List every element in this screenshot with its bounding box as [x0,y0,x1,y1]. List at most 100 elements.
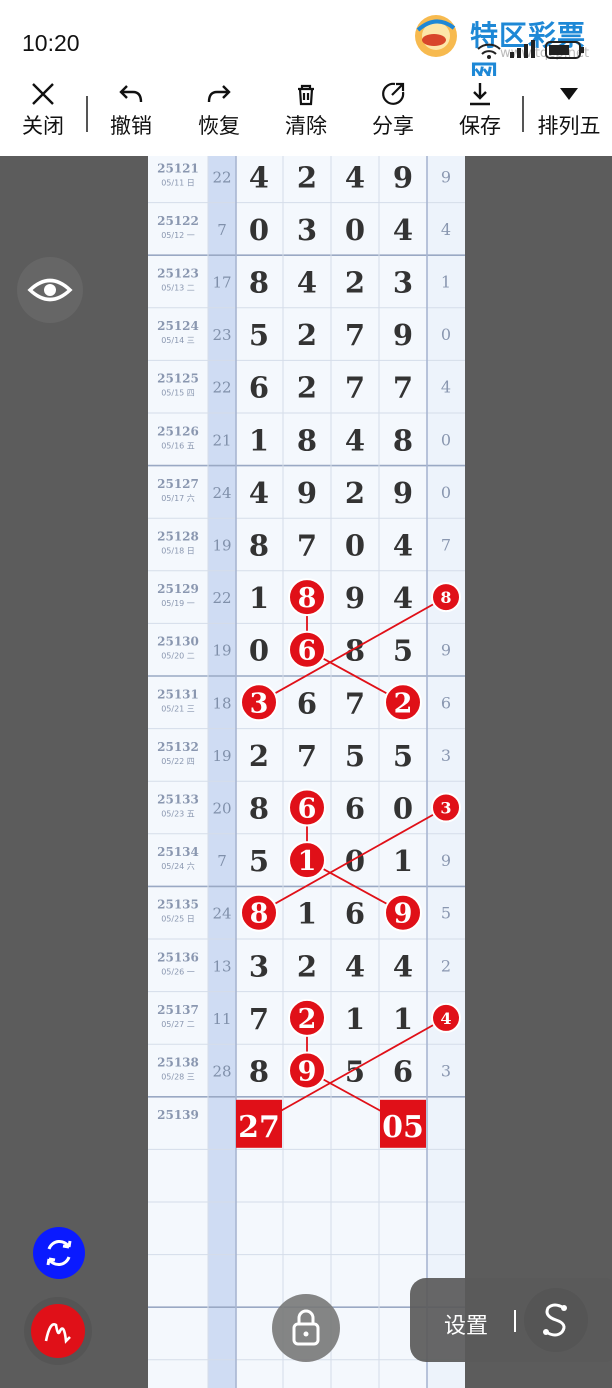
row-date: 05/17 六 [161,493,195,503]
row-digit: 2 [297,318,317,352]
partial-sum: 22 [212,168,231,186]
row-period: 25125 [157,372,199,386]
partial-digit: 4 [249,160,269,194]
download-icon [470,83,490,106]
row-last-digit: 3 [441,746,451,765]
row-digit: 1 [249,581,269,615]
row-digit: 0 [249,634,269,668]
row-date: 05/23 五 [161,810,195,819]
row-period: 25133 [157,793,199,807]
row-digit: 9 [393,476,413,510]
row-sum: 19 [212,747,231,765]
row-digit: 8 [249,266,269,300]
row-sum: 28 [212,1063,231,1081]
partial-digit: 9 [393,160,413,194]
row-last-digit: 5 [441,904,451,923]
row-period: 25138 [157,1056,199,1070]
row-digit: 4 [393,529,413,563]
save-button[interactable]: 保存 [451,80,509,152]
highlight-digit: 2 [298,1004,317,1035]
drawing-toolbar: 关闭 撤销 恢复 清除 分享 保存 排列五 [0,76,612,156]
prediction-right: 05 [382,1110,424,1145]
row-period: 25136 [157,950,199,964]
row-digit: 4 [393,581,413,615]
row-last-digit: 1 [441,273,451,292]
row-digit: 8 [249,792,269,826]
settings-button[interactable]: 设置 [444,1308,488,1340]
row-last-digit: 0 [441,325,451,344]
row-period: 25124 [157,319,199,333]
redo-label: 恢复 [198,114,240,138]
undo-label: 撤销 [110,114,152,138]
row-date: 05/19 一 [161,599,195,608]
row-digit: 1 [249,423,269,457]
row-date: 05/25 日 [161,915,195,924]
row-digit: 6 [393,1055,413,1089]
highlight-digit: 3 [440,799,451,818]
lottery-select-label: 排列五 [537,114,601,138]
row-digit: 4 [249,476,269,510]
clear-button[interactable]: 清除 [277,80,335,152]
close-button[interactable]: 关闭 [14,80,72,152]
row-date: 05/21 三 [161,704,195,713]
row-digit: 5 [345,739,365,773]
row-sum: 22 [212,589,231,607]
row-digit: 6 [345,897,365,931]
pen-icon [31,1304,85,1358]
lock-button[interactable] [272,1294,340,1362]
lottery-select-button[interactable]: 排列五 [532,80,606,152]
pen-tool-button[interactable] [24,1297,92,1365]
row-digit: 1 [393,1002,413,1036]
row-digit: 0 [249,213,269,247]
row-period: 25131 [157,687,199,701]
trash-icon [298,84,314,106]
row-sum: 18 [212,694,231,712]
row-digit: 4 [345,423,365,457]
undo-button[interactable]: 撤销 [102,80,160,152]
row-digit: 1 [297,897,317,931]
row-last-digit: 0 [441,430,451,449]
row-sum: 7 [217,221,227,239]
highlight-digit: 8 [440,588,451,607]
trend-chart-sheet[interactable]: 25121 05/11 日 22 4 2 4 9 9 25122 05/12 一 7 0 3 0 4 4 251… [148,156,465,1388]
row-period: 25126 [157,424,199,438]
refresh-icon [46,1240,72,1266]
row-digit: 7 [297,739,317,773]
row-digit: 5 [249,844,269,878]
row-digit: 2 [297,949,317,983]
row-digit: 8 [249,529,269,563]
row-period: 25134 [157,845,199,859]
save-label: 保存 [459,114,501,138]
refresh-button[interactable] [33,1227,85,1279]
row-date: 05/13 二 [161,284,195,293]
redo-button[interactable]: 恢复 [190,80,248,152]
clock: 10:20 [22,30,80,56]
eye-icon [27,278,73,302]
share-button[interactable]: 分享 [364,80,422,152]
row-sum: 19 [212,642,231,660]
row-digit: 4 [393,213,413,247]
triangle-down-icon [560,88,578,100]
row-last-digit: 4 [441,220,451,239]
row-sum: 17 [212,274,231,292]
toggle-visibility-button[interactable] [17,257,83,323]
prediction-left: 27 [238,1110,280,1145]
row-period: 25127 [157,477,199,491]
row-period: 25139 [157,1108,199,1122]
row-date: 05/28 三 [161,1073,195,1082]
row-sum: 13 [212,957,231,975]
row-date: 05/16 五 [161,441,195,450]
row-last-digit: 3 [441,1062,451,1081]
row-date: 05/18 日 [161,547,195,556]
row-digit: 6 [249,371,269,405]
row-digit: 4 [297,266,317,300]
highlight-digit: 1 [298,846,317,877]
style-switch-button[interactable] [524,1288,588,1352]
row-period: 25123 [157,267,199,281]
row-digit: 0 [393,792,413,826]
highlight-digit: 6 [298,636,317,667]
toolbar-divider [86,96,88,132]
redo-icon [207,85,231,103]
row-last-digit: 9 [441,641,451,660]
brand-logo-icon [415,15,457,57]
